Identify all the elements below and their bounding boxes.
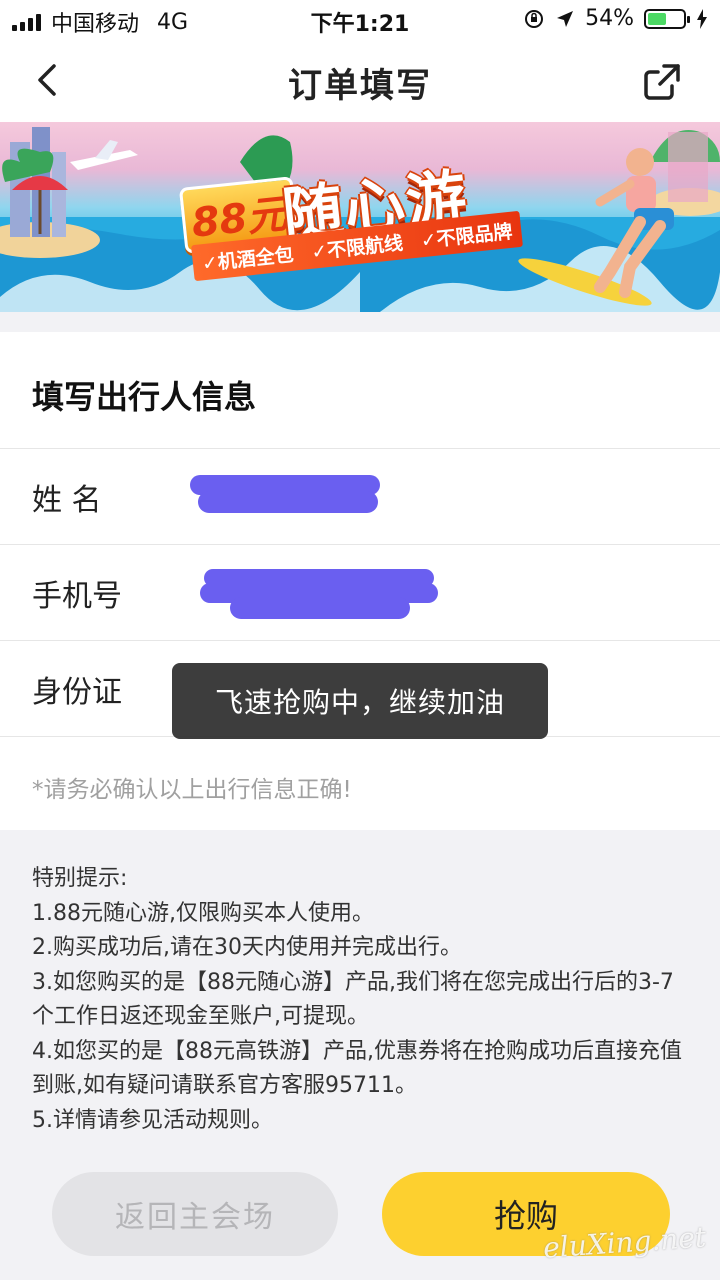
special-tips-section: 特别提示: 1.88元随心游,仅限购买本人使用。 2.购买成功后,请在30天内使…	[0, 830, 720, 1170]
charging-bolt-icon	[697, 8, 707, 29]
banner-feature-3: ✓不限品牌	[419, 220, 514, 252]
name-label: 姓 名	[32, 483, 102, 518]
share-external-icon	[644, 64, 680, 100]
battery-icon	[644, 8, 690, 29]
banner-feature-2: ✓不限航线	[310, 231, 405, 264]
traveler-info-heading: 填写出行人信息	[32, 378, 257, 416]
share-button[interactable]	[642, 62, 682, 102]
redaction-scribble	[198, 491, 378, 513]
back-to-main-venue-button[interactable]: 返回主会场	[52, 1172, 338, 1256]
redaction-scribble	[230, 597, 410, 619]
traveler-info-card: 填写出行人信息 姓 名 手机号 身份证 *请务必确认以上出行信息正确!	[0, 332, 720, 830]
rotation-lock-icon	[525, 9, 544, 28]
id-card-label: 身份证	[32, 675, 122, 710]
page-title: 订单填写	[288, 66, 432, 106]
phone-label: 手机号	[32, 579, 122, 614]
confirm-info-note: *请务必确认以上出行信息正确!	[32, 777, 352, 803]
location-arrow-icon	[557, 10, 574, 27]
promo-banner[interactable]: 88元 随心游 ✓机酒全包 ✓不限航线 ✓不限品牌	[0, 122, 720, 312]
battery-percent: 54%	[585, 6, 634, 31]
banner-feature-1: ✓机酒全包	[200, 243, 295, 275]
phone-row[interactable]: 手机号	[0, 544, 720, 641]
status-bar: 中国移动 4G 下午1:21 54%	[0, 0, 720, 40]
special-tips-text: 特别提示: 1.88元随心游,仅限购买本人使用。 2.购买成功后,请在30天内使…	[32, 866, 682, 1133]
battery-fill	[648, 12, 666, 25]
nav-bar: 订单填写	[0, 40, 720, 122]
status-right: 54%	[523, 6, 708, 31]
phone-field-redacted[interactable]	[190, 567, 440, 619]
name-field-redacted[interactable]	[190, 471, 390, 523]
name-row[interactable]: 姓 名	[0, 448, 720, 545]
toast-message: 飞速抢购中，继续加油	[172, 663, 548, 739]
